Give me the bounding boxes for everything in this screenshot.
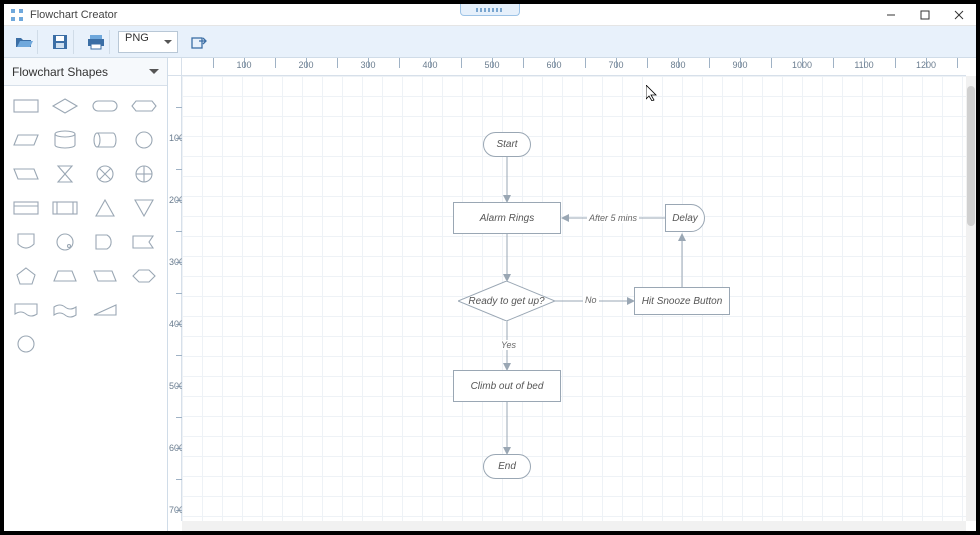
node-end[interactable]: End bbox=[483, 454, 531, 479]
shape-wave[interactable] bbox=[49, 298, 81, 322]
toolbar: PNG bbox=[4, 26, 976, 58]
node-decision[interactable]: Ready to get up? bbox=[458, 281, 555, 321]
shape-d-shape[interactable] bbox=[89, 230, 121, 254]
app-title: Flowchart Creator bbox=[30, 9, 117, 21]
ruler-horizontal[interactable]: 100200300400500600700800900100011001200 bbox=[182, 58, 966, 76]
connectors bbox=[182, 76, 966, 521]
shape-card[interactable] bbox=[10, 196, 42, 220]
scrollbar-horizontal[interactable] bbox=[182, 521, 966, 531]
node-climb[interactable]: Climb out of bed bbox=[453, 370, 561, 402]
shape-cylinder[interactable] bbox=[49, 128, 81, 152]
shape-pentagon[interactable] bbox=[10, 264, 42, 288]
main-area: Flowchart Shapes bbox=[4, 58, 976, 531]
shape-document[interactable] bbox=[10, 298, 42, 322]
shape-hexagon[interactable] bbox=[128, 264, 160, 288]
format-select[interactable]: PNG bbox=[118, 31, 178, 53]
shape-palette bbox=[4, 86, 167, 364]
shape-diamond-thin[interactable] bbox=[49, 94, 81, 118]
print-icon bbox=[87, 34, 105, 50]
open-folder-icon bbox=[15, 35, 33, 49]
window-controls bbox=[874, 4, 976, 26]
edge-label-after5: After 5 mins bbox=[587, 213, 639, 223]
node-alarm[interactable]: Alarm Rings bbox=[453, 202, 561, 234]
save-button[interactable] bbox=[46, 30, 74, 54]
shape-parallelogram[interactable] bbox=[10, 128, 42, 152]
shape-hexagon-flat[interactable] bbox=[128, 94, 160, 118]
canvas[interactable]: Start Alarm Rings Ready to get up? Hit S… bbox=[182, 76, 966, 521]
shape-ramp[interactable] bbox=[89, 298, 121, 322]
node-start[interactable]: Start bbox=[483, 132, 531, 157]
node-snooze[interactable]: Hit Snooze Button bbox=[634, 287, 730, 315]
format-select-value: PNG bbox=[125, 32, 149, 44]
canvas-wrap: 100200300400500600700800900100011001200 … bbox=[168, 58, 976, 531]
app-window: Flowchart Creator PNG Flowchart Shapes bbox=[4, 4, 976, 531]
open-button[interactable] bbox=[10, 30, 38, 54]
maximize-button[interactable] bbox=[908, 4, 942, 26]
sidebar-title: Flowchart Shapes bbox=[12, 65, 108, 79]
shape-blank[interactable] bbox=[128, 298, 160, 322]
chevron-down-icon bbox=[149, 69, 159, 79]
sidebar-header[interactable]: Flowchart Shapes bbox=[4, 58, 167, 86]
drag-handle[interactable] bbox=[460, 4, 520, 16]
shape-triangle-down[interactable] bbox=[128, 196, 160, 220]
shape-circle[interactable] bbox=[128, 128, 160, 152]
shape-flag[interactable] bbox=[128, 230, 160, 254]
shape-rectangle[interactable] bbox=[10, 94, 42, 118]
shapes-sidebar: Flowchart Shapes bbox=[4, 58, 168, 531]
scrollbar-vertical[interactable] bbox=[966, 76, 976, 521]
shape-parallelogram-alt[interactable] bbox=[10, 162, 42, 186]
shape-circle-x[interactable] bbox=[89, 162, 121, 186]
ruler-vertical[interactable]: 100200300400500600700 bbox=[168, 76, 182, 521]
edge-label-no: No bbox=[583, 295, 599, 305]
print-button[interactable] bbox=[82, 30, 110, 54]
shape-parallelogram-lean[interactable] bbox=[89, 264, 121, 288]
export-button[interactable] bbox=[186, 30, 214, 54]
shape-hourglass[interactable] bbox=[49, 162, 81, 186]
shape-triangle-up[interactable] bbox=[89, 196, 121, 220]
save-icon bbox=[52, 34, 68, 50]
minimize-button[interactable] bbox=[874, 4, 908, 26]
edge-label-yes: Yes bbox=[499, 340, 518, 350]
shape-shield[interactable] bbox=[10, 230, 42, 254]
shape-circle-small[interactable] bbox=[49, 230, 81, 254]
ruler-corner bbox=[168, 58, 182, 76]
shape-circle-plus[interactable] bbox=[128, 162, 160, 186]
close-button[interactable] bbox=[942, 4, 976, 26]
titlebar: Flowchart Creator bbox=[4, 4, 976, 26]
shape-cylinder-h[interactable] bbox=[89, 128, 121, 152]
shape-trapezoid[interactable] bbox=[49, 264, 81, 288]
export-icon bbox=[191, 35, 209, 49]
scrollbar-thumb[interactable] bbox=[967, 86, 975, 226]
shape-circle-outline[interactable] bbox=[10, 332, 42, 356]
app-icon bbox=[10, 8, 24, 22]
shape-double-card[interactable] bbox=[49, 196, 81, 220]
node-delay[interactable]: Delay bbox=[665, 204, 705, 232]
shape-terminator[interactable] bbox=[89, 94, 121, 118]
